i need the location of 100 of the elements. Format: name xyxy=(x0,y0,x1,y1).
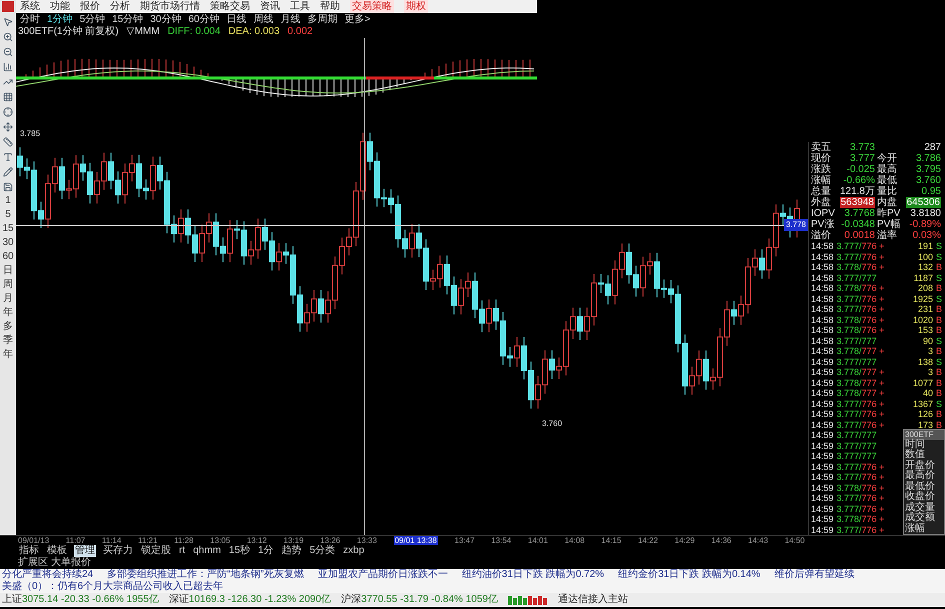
quote-value: 0.0018 xyxy=(844,230,875,241)
tick-time: 14:58 xyxy=(811,252,834,262)
period-shortcut[interactable]: 5 xyxy=(5,209,11,221)
period-shortcut[interactable]: 季 xyxy=(3,335,13,347)
period-shortcut[interactable]: 周 xyxy=(3,279,13,291)
crosshair-icon[interactable] xyxy=(2,105,14,118)
period-shortcut[interactable]: 30 xyxy=(2,237,14,249)
tick-volume: 173 xyxy=(918,420,933,430)
tick-price: 3.777/777 xyxy=(836,451,877,462)
period-tab[interactable]: 5分钟 xyxy=(80,13,106,26)
quote-label: 今开 xyxy=(877,153,897,164)
period-shortcut[interactable]: 年 xyxy=(3,307,13,319)
quote-value: -0.89% xyxy=(909,219,941,230)
menu-item[interactable]: 分析 xyxy=(110,0,130,13)
period-tab[interactable]: 分时 xyxy=(20,13,40,26)
news-link[interactable]: 分化严重将会持续24 xyxy=(2,569,94,581)
time-axis-label: 14:08 xyxy=(564,536,585,545)
period-shortcut[interactable]: 1 xyxy=(5,195,11,207)
period-shortcut[interactable]: 60 xyxy=(2,251,14,263)
tick-volume: 1367 xyxy=(912,398,933,409)
tick-time: 14:59 xyxy=(811,409,834,420)
menu-item[interactable]: 功能 xyxy=(50,0,70,13)
menu-item[interactable]: 报价 xyxy=(80,0,100,13)
ruler-icon[interactable] xyxy=(2,135,14,148)
period-tab[interactable]: 15分钟 xyxy=(112,13,144,26)
tick-side: B xyxy=(936,409,943,420)
bar-chart-icon[interactable] xyxy=(2,60,14,73)
tick-volume: 126 xyxy=(918,409,933,420)
time-axis-label: 14:43 xyxy=(748,536,768,545)
period-tab[interactable]: 多周期 xyxy=(308,13,338,26)
time-axis-label: 13:26 xyxy=(320,536,340,545)
period-tab[interactable]: 月线 xyxy=(280,13,300,26)
news-link[interactable]: 美盛（0）：仍有6个月大宗商品公司收入已超去年 xyxy=(2,581,224,593)
indicator-tab[interactable]: 趋势 xyxy=(280,545,303,557)
indicator-tab[interactable]: 买存力 xyxy=(102,545,134,557)
quote-label: 总量 xyxy=(811,186,831,197)
period-shortcut[interactable]: 月 xyxy=(3,293,13,305)
quote-label: 外盘 xyxy=(811,197,831,208)
quote-value: 3.777 xyxy=(850,153,875,164)
tick-side: B xyxy=(936,420,943,430)
indicator-tab[interactable]: 5分类 xyxy=(308,545,336,557)
time-axis-label: 13:47 xyxy=(454,536,475,545)
period-tab[interactable]: 30分钟 xyxy=(150,13,182,26)
indicator-tab[interactable]: zxbp xyxy=(342,545,366,557)
tick-time: 14:58 xyxy=(811,294,834,304)
tick-time: 14:58 xyxy=(811,325,834,336)
news-link[interactable]: 纽约油价31日下跌 跌幅为0.72% xyxy=(462,569,604,581)
tick-volume: 191 xyxy=(918,241,933,252)
indicator-tab[interactable]: qhmm xyxy=(192,545,222,557)
tick-time: 14:59 xyxy=(811,472,834,482)
menu-item[interactable]: 系统 xyxy=(20,0,40,13)
tick-side: B xyxy=(936,314,943,325)
menu-item[interactable]: 交易策略 xyxy=(350,0,394,13)
indicator-tab[interactable]: 锁定股 xyxy=(140,545,172,557)
menu-item[interactable]: 帮助 xyxy=(320,0,340,13)
news-link[interactable]: 多部委组织推进工作：严防“地条钢”死灰复燃 xyxy=(107,569,304,581)
indicator-tab[interactable]: rt xyxy=(178,545,186,557)
time-axis-label: 09/01 13:38 xyxy=(394,536,438,545)
menu-item[interactable]: 工具 xyxy=(290,0,310,13)
move-icon[interactable] xyxy=(2,120,14,133)
tick-price: 3.778/777 + xyxy=(836,388,884,398)
indicator-tab[interactable]: 15秒 xyxy=(228,545,252,557)
tick-side: B xyxy=(936,367,943,378)
tick-side: S xyxy=(936,398,943,409)
news-link[interactable]: 维价后弹有望延续 xyxy=(774,569,854,581)
period-shortcut[interactable]: 15 xyxy=(2,223,14,235)
menu-item[interactable]: 期货市场行情 xyxy=(140,0,200,13)
news-link[interactable]: 亚加盟农产品期价日涨跌不一 xyxy=(318,569,448,581)
zoom-out-icon[interactable] xyxy=(2,45,14,58)
time-axis-label: 11:14 xyxy=(102,536,122,545)
grid-icon[interactable] xyxy=(2,90,14,103)
menu-item[interactable]: 资讯 xyxy=(260,0,280,13)
tick-price: 3.777/777 xyxy=(836,430,877,440)
period-tab[interactable]: 周线 xyxy=(254,13,274,26)
indicator-tab[interactable]: 1分 xyxy=(257,545,275,557)
tick-price: 3.777/776 + xyxy=(836,504,884,514)
period-tab[interactable]: 日线 xyxy=(226,13,246,26)
quote-label: 量比 xyxy=(877,186,897,197)
period-tab[interactable]: 更多> xyxy=(344,13,370,26)
indicator-tab[interactable]: 管理 xyxy=(74,545,96,557)
menu-item[interactable]: 策略交易 xyxy=(210,0,250,13)
tick-price: 3.777/776 + xyxy=(836,409,884,420)
tick-price: 3.778/776 + xyxy=(836,325,884,336)
news-link[interactable]: 纽约金价31日下跌 跌幅为0.14% xyxy=(618,569,760,581)
tick-time: 14:59 xyxy=(811,378,834,388)
indicator-tab[interactable]: 指标 xyxy=(18,545,40,557)
quote-value: 3.7768 xyxy=(844,208,875,219)
indicator-tab[interactable]: 模板 xyxy=(46,545,68,557)
period-shortcut[interactable]: 多 xyxy=(3,321,13,333)
period-tab[interactable]: 60分钟 xyxy=(188,13,220,26)
period-shortcut[interactable]: 日 xyxy=(3,265,13,277)
save-icon[interactable] xyxy=(2,180,14,193)
zoom-in-icon[interactable] xyxy=(2,30,14,43)
tick-price: 3.777/776 + xyxy=(836,472,884,482)
tick-volume: 100 xyxy=(918,252,933,262)
pencil-icon[interactable] xyxy=(2,165,14,178)
menu-item[interactable]: 期权 xyxy=(404,0,428,13)
period-tab[interactable]: 1分钟 xyxy=(47,13,73,26)
period-shortcut[interactable]: 年 xyxy=(3,349,13,361)
tick-price: 3.777/777 xyxy=(836,440,877,451)
